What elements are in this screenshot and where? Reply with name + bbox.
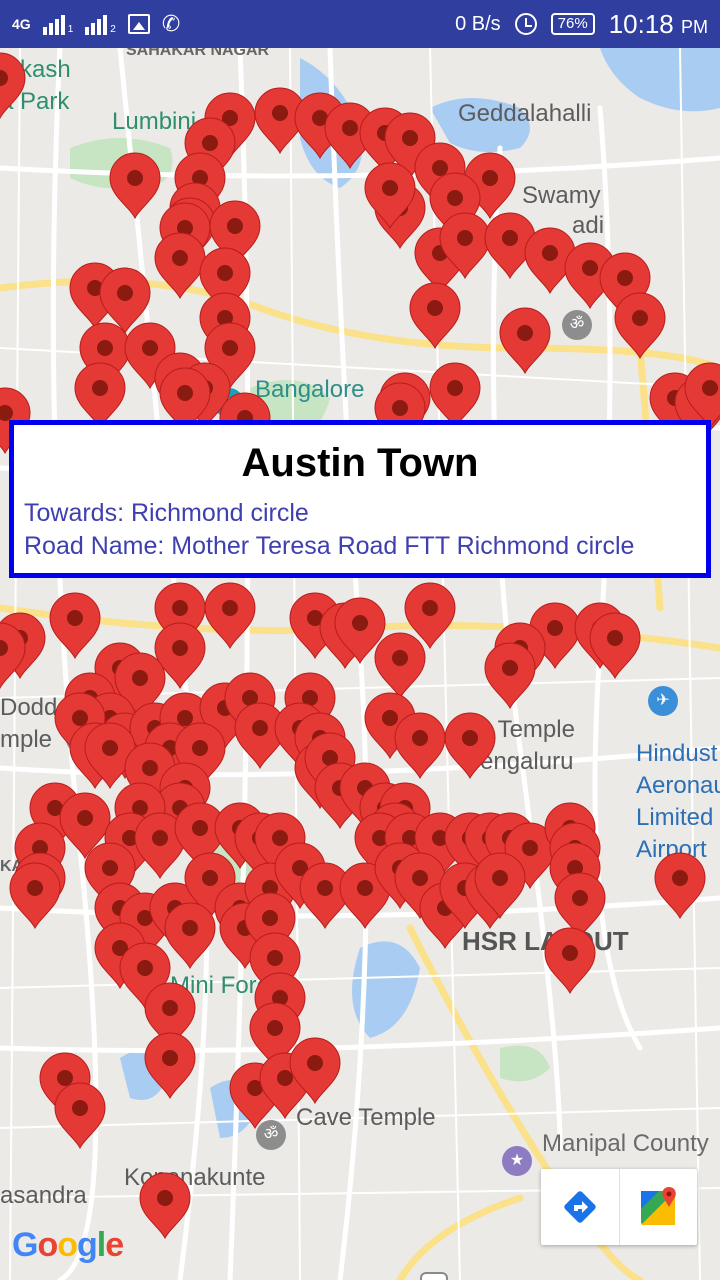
status-bar: 4G 1 2 ✆ 0 B/s 76% 10:18 PM bbox=[0, 0, 720, 48]
marker-layer bbox=[0, 52, 720, 1240]
map-marker[interactable] bbox=[614, 292, 666, 360]
map-marker[interactable] bbox=[374, 632, 426, 700]
open-in-maps-button[interactable] bbox=[619, 1169, 697, 1245]
map-marker[interactable] bbox=[444, 712, 496, 780]
map-marker[interactable] bbox=[0, 52, 26, 120]
clock-ampm: PM bbox=[681, 16, 708, 37]
status-right: 0 B/s 76% 10:18 PM bbox=[455, 9, 708, 40]
info-road-name: Road Name: Mother Teresa Road FTT Richmo… bbox=[24, 532, 635, 560]
info-title: Austin Town bbox=[241, 441, 479, 485]
map-view[interactable]: SAHAKAR NAGAR kash a Park Lumbini Geddal… bbox=[0, 48, 720, 1280]
map-marker[interactable] bbox=[499, 307, 551, 375]
gallery-notification-icon bbox=[127, 14, 150, 34]
map-marker[interactable] bbox=[144, 1032, 196, 1100]
map-toolbar bbox=[541, 1169, 697, 1245]
map-marker[interactable] bbox=[394, 712, 446, 780]
map-marker[interactable] bbox=[204, 582, 256, 650]
map-marker[interactable] bbox=[164, 902, 216, 970]
network-type: 4G bbox=[12, 16, 31, 32]
map-marker[interactable] bbox=[654, 852, 706, 920]
highway-shield: 48 bbox=[420, 1272, 448, 1280]
signal-sim1-icon: 1 bbox=[42, 13, 74, 35]
map-marker[interactable] bbox=[109, 152, 161, 220]
map-marker[interactable] bbox=[74, 362, 126, 430]
map-marker[interactable] bbox=[554, 872, 606, 940]
map-marker[interactable] bbox=[139, 1172, 191, 1240]
map-marker[interactable] bbox=[49, 592, 101, 660]
map-marker[interactable] bbox=[409, 282, 461, 350]
directions-button[interactable] bbox=[541, 1169, 619, 1245]
data-rate: 0 B/s bbox=[455, 12, 501, 35]
map-marker[interactable] bbox=[544, 927, 596, 995]
info-towards: Towards: Richmond circle bbox=[24, 499, 309, 527]
map-marker[interactable] bbox=[9, 862, 61, 930]
status-left: 4G 1 2 ✆ bbox=[12, 13, 180, 35]
clock: 10:18 PM bbox=[609, 9, 708, 40]
google-maps-icon bbox=[640, 1187, 676, 1225]
signal-sim2-icon: 2 bbox=[85, 13, 116, 35]
map-marker[interactable] bbox=[54, 1082, 106, 1150]
map-marker[interactable] bbox=[589, 612, 641, 680]
map-marker[interactable] bbox=[154, 232, 206, 300]
sim2-label: 2 bbox=[110, 24, 116, 35]
map-marker[interactable] bbox=[429, 362, 481, 430]
directions-icon bbox=[564, 1191, 596, 1223]
battery-indicator: 76% bbox=[550, 13, 595, 35]
sim1-label: 1 bbox=[67, 24, 74, 35]
clock-time: 10:18 bbox=[608, 8, 674, 39]
info-window[interactable]: Austin Town Towards: Richmond circle Roa… bbox=[9, 420, 711, 578]
google-logo: Google bbox=[12, 1226, 124, 1264]
map-marker[interactable] bbox=[484, 642, 536, 710]
alarm-icon bbox=[514, 13, 537, 35]
call-notification-icon: ✆ bbox=[161, 11, 181, 36]
